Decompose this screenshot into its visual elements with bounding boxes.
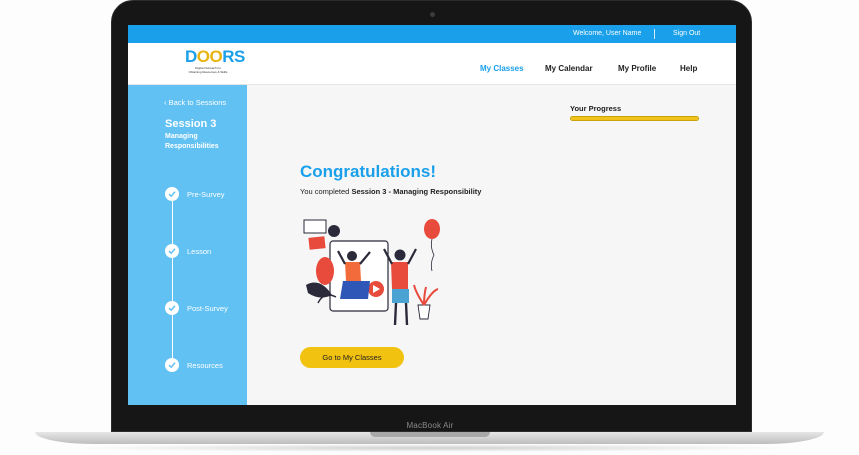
nav-my-classes[interactable]: My Classes — [480, 64, 524, 73]
device-label: MacBook Air — [406, 421, 454, 430]
completion-message: You completed Session 3 - Managing Respo… — [300, 187, 481, 196]
laptop-shadow — [60, 444, 800, 452]
doors-logo[interactable]: DOORS Digital Outreach for Obtaining Reso… — [185, 47, 245, 79]
steps-track-line — [172, 197, 173, 367]
main-nav: DOORS Digital Outreach for Obtaining Reso… — [128, 43, 736, 85]
laptop-mockup: MacBook Air Welcome, User Name Sign Out … — [0, 0, 859, 455]
step-label: Resources — [187, 361, 223, 370]
nav-my-calendar[interactable]: My Calendar — [545, 64, 593, 73]
progress-bar — [570, 116, 699, 121]
top-bar: Welcome, User Name Sign Out — [128, 25, 736, 43]
step-label: Lesson — [187, 247, 212, 256]
back-to-sessions-link[interactable]: ‹ Back to Sessions — [164, 98, 226, 107]
completed-session-name: Session 3 - Managing Responsibility — [351, 187, 482, 196]
camera-icon — [430, 12, 435, 17]
welcome-text: Welcome, User Name — [573, 30, 642, 37]
go-to-my-classes-button[interactable]: Go to My Classes — [300, 347, 404, 368]
nav-my-profile[interactable]: My Profile — [618, 64, 656, 73]
celebration-illustration — [303, 219, 440, 326]
sign-out-link[interactable]: Sign Out — [673, 30, 700, 37]
session-title: Session 3 — [165, 118, 217, 130]
check-circle-icon — [165, 187, 179, 201]
congratulations-heading: Congratulations! — [300, 162, 436, 181]
step-label: Pre-Survey — [187, 190, 225, 199]
check-circle-icon — [165, 301, 179, 315]
app-screen: Welcome, User Name Sign Out DOORS Digita… — [128, 25, 736, 405]
laptop-notch — [370, 432, 490, 437]
check-circle-icon — [165, 358, 179, 372]
session-subtitle: Managing Responsibilities — [165, 133, 219, 150]
logo-tagline: Digital Outreach for Obtaining Resources … — [188, 66, 228, 74]
back-label: Back to Sessions — [168, 98, 227, 107]
check-circle-icon — [165, 244, 179, 258]
step-label: Post-Survey — [187, 304, 228, 313]
completion-prefix: You completed — [300, 187, 352, 196]
nav-help[interactable]: Help — [680, 64, 697, 73]
progress-label: Your Progress — [570, 104, 622, 113]
session-sidebar: ‹ Back to Sessions Session 3 Managing Re… — [128, 85, 247, 405]
logo-wordmark: DOORS — [185, 47, 245, 66]
top-divider — [654, 29, 655, 39]
progress-fill — [571, 117, 698, 120]
